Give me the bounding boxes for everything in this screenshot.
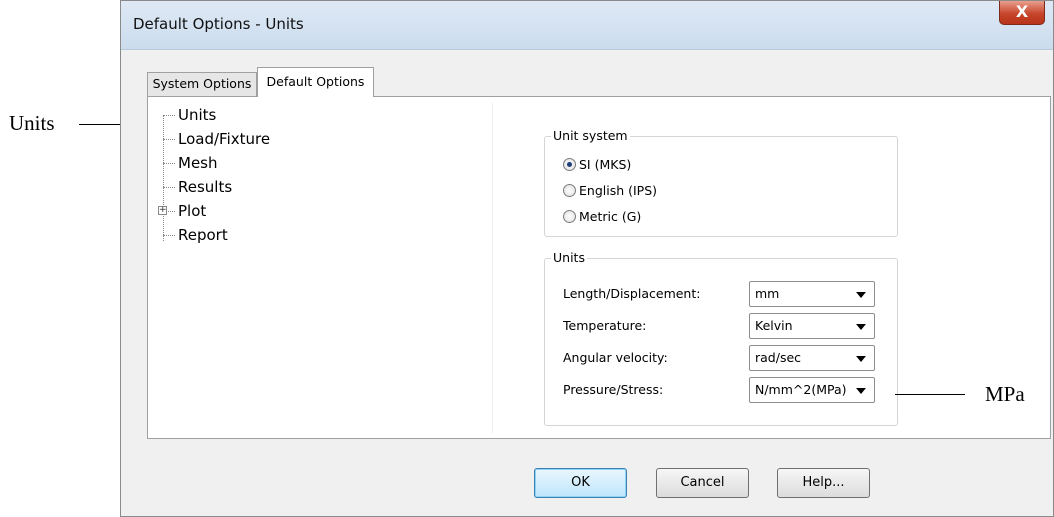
radio-unchecked-icon [563, 210, 576, 223]
close-icon: X [1015, 2, 1029, 21]
radio-unchecked-icon [563, 184, 576, 197]
length-displacement-select[interactable]: mm [749, 281, 875, 307]
pressure-stress-label: Pressure/Stress: [563, 382, 664, 397]
tree-item-label: Mesh [178, 154, 218, 172]
close-button[interactable]: X [999, 1, 1045, 25]
temperature-label: Temperature: [563, 318, 647, 333]
units-callout-label: Units [9, 111, 55, 135]
radio-si-mks[interactable]: SI (MKS) [563, 155, 631, 175]
angular-velocity-select[interactable]: rad/sec [749, 345, 875, 371]
tree-item-label: Load/Fixture [178, 130, 271, 148]
tree-item-report[interactable]: Report [163, 224, 228, 246]
expand-icon[interactable]: + [158, 206, 167, 215]
units-legend: Units [551, 250, 587, 265]
help-button[interactable]: Help... [777, 468, 870, 498]
tab-system-options[interactable]: System Options [147, 72, 257, 96]
temperature-select[interactable]: Kelvin [749, 313, 875, 339]
angular-velocity-label: Angular velocity: [563, 350, 668, 365]
tree-item-label: Units [178, 106, 217, 124]
radio-checked-icon [563, 158, 576, 171]
dropdown-arrow-icon [856, 356, 866, 362]
default-options-dialog: Default Options - Units X System Options… [120, 0, 1054, 517]
tree-item-plot[interactable]: + Plot [158, 200, 207, 222]
tree-item-mesh[interactable]: Mesh [163, 152, 218, 174]
tree-item-results[interactable]: Results [163, 176, 232, 198]
pressure-stress-select[interactable]: N/mm^2(MPa) [749, 377, 875, 403]
cancel-button[interactable]: Cancel [656, 468, 749, 498]
tree-item-label: Plot [178, 202, 207, 220]
dropdown-arrow-icon [856, 324, 866, 330]
dropdown-arrow-icon [856, 388, 866, 394]
unit-system-legend: Unit system [551, 128, 630, 143]
unit-system-group: Unit system SI (MKS) English (IPS) Metri… [544, 128, 898, 237]
tree-item-load-fixture[interactable]: Load/Fixture [163, 128, 270, 150]
radio-english-ips[interactable]: English (IPS) [563, 181, 657, 201]
ok-button[interactable]: OK [534, 468, 627, 498]
units-group: Units Length/Displacement: mm Temperatur… [544, 250, 898, 426]
dropdown-arrow-icon [856, 292, 866, 298]
tree-item-units[interactable]: Units [163, 104, 216, 126]
options-panel: Units Load/Fixture Mesh Results + Plot R… [147, 96, 1051, 439]
tab-default-options[interactable]: Default Options [257, 67, 374, 97]
title-bar: Default Options - Units X [121, 1, 1053, 50]
tree-item-label: Report [178, 226, 228, 244]
mpa-callout-label: MPa [985, 382, 1025, 406]
window-title: Default Options - Units [133, 15, 304, 33]
mpa-callout-line [895, 394, 965, 395]
radio-metric-g[interactable]: Metric (G) [563, 207, 641, 227]
length-displacement-label: Length/Displacement: [563, 286, 701, 301]
options-tree: Units Load/Fixture Mesh Results + Plot R… [152, 103, 493, 433]
tree-item-label: Results [178, 178, 233, 196]
